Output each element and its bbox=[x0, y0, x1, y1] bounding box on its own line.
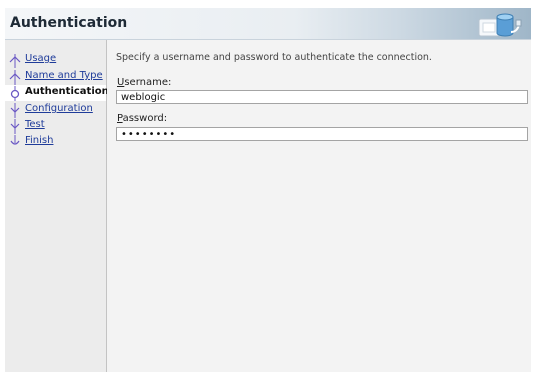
main-panel: Specify a username and password to authe… bbox=[107, 40, 531, 372]
sidebar-item-label: Test bbox=[25, 119, 45, 130]
sidebar-item-usage[interactable]: Usage bbox=[5, 52, 106, 68]
step-pending-icon bbox=[10, 119, 20, 134]
username-label: Username: bbox=[117, 77, 171, 88]
step-visited-icon bbox=[9, 54, 21, 68]
sidebar-item-label: Configuration bbox=[25, 103, 93, 114]
database-connection-icon bbox=[478, 13, 522, 37]
password-label: Password: bbox=[117, 113, 167, 124]
sidebar-item-label: Name and Type bbox=[25, 70, 103, 81]
sidebar-item-name-and-type[interactable]: Name and Type bbox=[5, 69, 106, 85]
sidebar-item-test[interactable]: Test bbox=[5, 118, 106, 134]
sidebar-item-authentication[interactable]: Authentication bbox=[5, 85, 109, 101]
step-visited-icon bbox=[9, 70, 21, 85]
sidebar-item-label: Authentication bbox=[25, 86, 109, 97]
sidebar-item-label: Usage bbox=[25, 53, 57, 64]
sidebar-item-label: Finish bbox=[25, 135, 54, 146]
description-text: Specify a username and password to authe… bbox=[116, 52, 432, 63]
page-title: Authentication bbox=[10, 15, 128, 31]
username-field[interactable] bbox=[116, 90, 528, 104]
sidebar-item-finish[interactable]: Finish bbox=[5, 134, 106, 150]
sidebar-item-configuration[interactable]: Configuration bbox=[5, 102, 106, 118]
wizard-header: Authentication bbox=[5, 8, 531, 40]
password-field[interactable] bbox=[116, 127, 528, 141]
step-pending-icon bbox=[10, 103, 20, 118]
password-label-text: assword: bbox=[122, 113, 168, 124]
username-label-text: sername: bbox=[124, 77, 172, 88]
step-end-icon bbox=[10, 135, 20, 145]
step-current-icon bbox=[10, 86, 20, 101]
wizard-step-sidebar: Usage Name and Type Authentication Confi… bbox=[5, 40, 109, 372]
